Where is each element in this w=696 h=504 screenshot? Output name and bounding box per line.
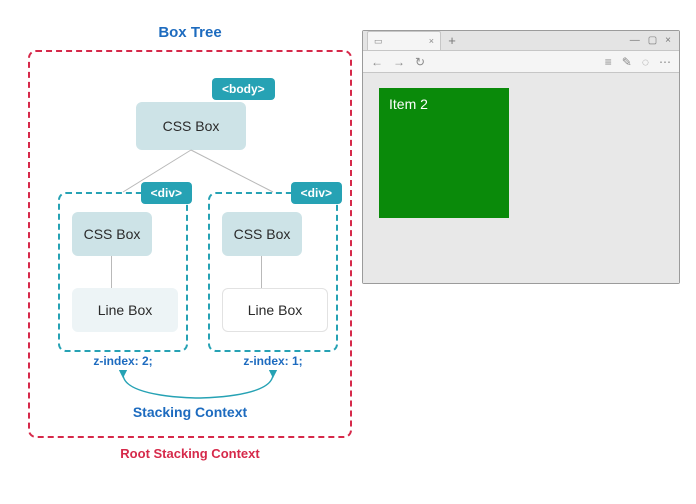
tag-chip-div-right: <div>: [291, 182, 342, 204]
tag-chip-div-left: <div>: [141, 182, 192, 204]
browser-viewport: Item 2: [363, 74, 679, 283]
reload-icon[interactable]: ↻: [415, 56, 425, 68]
stacking-context-right: <div> CSS Box Line Box: [208, 192, 338, 352]
browser-tabbar: ▭ × + — ▢ ×: [363, 31, 679, 51]
stacking-context-arrows: [70, 368, 326, 408]
window-close-icon[interactable]: ×: [665, 36, 671, 46]
root-stacking-context-frame: CSS Box <body> <div> CSS Box Line Box <d…: [28, 50, 352, 438]
browser-toolbar: ← → ↻ ≡ ✎ ◌ ⋯: [363, 51, 679, 73]
left-css-box: CSS Box: [72, 212, 152, 256]
new-tab-button[interactable]: +: [443, 33, 461, 48]
browser-tab[interactable]: ▭ ×: [367, 31, 441, 50]
browser-window: ▭ × + — ▢ × ← → ↻ ≡ ✎ ◌ ⋯ Item 2: [362, 30, 680, 284]
right-css-box: CSS Box: [222, 212, 302, 256]
tab-favicon-icon: ▭: [374, 37, 383, 46]
stacking-context-label: Stacking Context: [30, 404, 350, 420]
z-index-label-left: z-index: 2;: [58, 354, 188, 368]
close-tab-icon[interactable]: ×: [429, 37, 434, 46]
window-maximize-icon[interactable]: ▢: [648, 36, 657, 46]
loading-icon: ◌: [642, 56, 649, 68]
right-line-box: Line Box: [222, 288, 328, 332]
forward-icon[interactable]: →: [393, 56, 405, 68]
z-index-label-right: z-index: 1;: [208, 354, 338, 368]
item-2-box: Item 2: [379, 88, 509, 218]
menu-icon[interactable]: ≡: [605, 56, 612, 68]
connector: [111, 256, 112, 288]
left-line-box: Line Box: [72, 288, 178, 332]
stacking-context-left: <div> CSS Box Line Box: [58, 192, 188, 352]
box-tree-title: Box Tree: [28, 24, 352, 41]
edit-icon[interactable]: ✎: [622, 56, 632, 68]
window-minimize-icon[interactable]: —: [630, 36, 640, 46]
back-icon[interactable]: ←: [371, 56, 383, 68]
root-stacking-context-label: Root Stacking Context: [28, 446, 352, 461]
connector: [261, 256, 262, 288]
box-tree-diagram: Box Tree CSS Box <body> <div> CSS Box Li…: [28, 50, 352, 480]
more-icon[interactable]: ⋯: [659, 56, 671, 68]
